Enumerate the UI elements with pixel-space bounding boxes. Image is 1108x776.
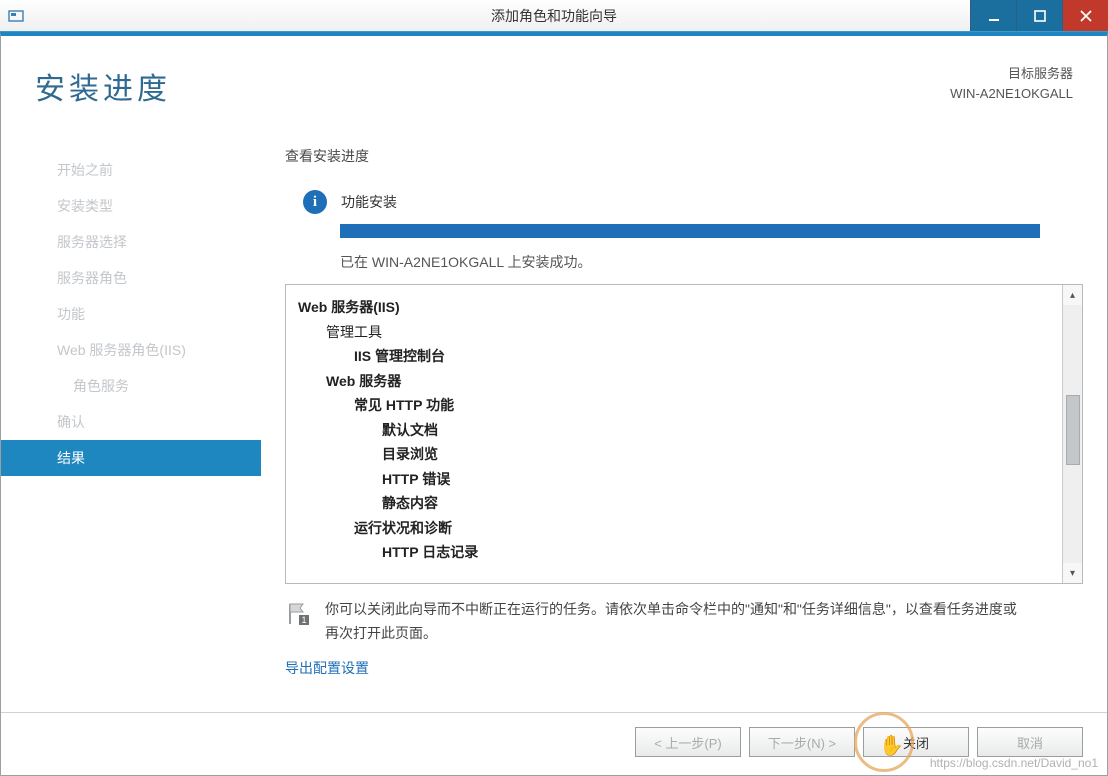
wizard-main: 查看安装进度 i 功能安装 已在 WIN-A2NE1OKGALL 上安装成功。 … xyxy=(261,146,1083,712)
info-icon: i xyxy=(303,190,327,214)
tree-node: Web 服务器(IIS) xyxy=(298,295,1050,320)
status-text: 功能安装 xyxy=(341,192,397,212)
sidebar-item-install-type: 安装类型 xyxy=(1,188,261,224)
tree-node: 常见 HTTP 功能 xyxy=(298,393,1050,418)
sidebar-item-results[interactable]: 结果 xyxy=(1,440,261,476)
sidebar-item-server-selection: 服务器选择 xyxy=(1,224,261,260)
wizard-sidebar: 开始之前 安装类型 服务器选择 服务器角色 功能 Web 服务器角色(IIS) … xyxy=(1,146,261,712)
tree-node: HTTP 错误 xyxy=(298,467,1050,492)
target-server-block: 目标服务器 WIN-A2NE1OKGALL xyxy=(950,64,1073,103)
next-button: 下一步(N) > xyxy=(749,727,855,757)
titlebar: 添加角色和功能向导 xyxy=(0,0,1108,32)
page-title: 安装进度 xyxy=(35,64,171,108)
progress-bar xyxy=(340,224,1040,238)
target-server-name: WIN-A2NE1OKGALL xyxy=(950,84,1073,104)
sidebar-item-confirm: 确认 xyxy=(1,404,261,440)
scroll-down-button[interactable]: ▾ xyxy=(1063,563,1082,583)
maximize-button[interactable] xyxy=(1016,0,1062,31)
window-controls xyxy=(970,0,1108,31)
minimize-button[interactable] xyxy=(970,0,1016,31)
svg-text:1: 1 xyxy=(301,615,306,625)
status-row: i 功能安装 xyxy=(285,190,1083,214)
note-row: 1 你可以关闭此向导而不中断正在运行的任务。请依次单击命令栏中的"通知"和"任务… xyxy=(285,598,1083,646)
result-tree-box: Web 服务器(IIS)管理工具IIS 管理控制台Web 服务器常见 HTTP … xyxy=(285,284,1083,584)
window-title: 添加角色和功能向导 xyxy=(0,6,1108,26)
scroll-thumb[interactable] xyxy=(1066,395,1080,465)
wizard-header: 安装进度 目标服务器 WIN-A2NE1OKGALL xyxy=(1,36,1107,146)
tree-node: 静态内容 xyxy=(298,491,1050,516)
result-tree: Web 服务器(IIS)管理工具IIS 管理控制台Web 服务器常见 HTTP … xyxy=(286,285,1062,583)
progress-fill xyxy=(340,224,1040,238)
cancel-button: 取消 xyxy=(977,727,1083,757)
tree-node: Web 服务器 xyxy=(298,369,1050,394)
target-server-label: 目标服务器 xyxy=(950,64,1073,84)
tree-node: 目录浏览 xyxy=(298,442,1050,467)
previous-button: < 上一步(P) xyxy=(635,727,741,757)
app-icon xyxy=(6,6,26,26)
close-window-button[interactable] xyxy=(1062,0,1108,31)
scrollbar[interactable]: ▴ ▾ xyxy=(1062,285,1082,583)
tree-node: 管理工具 xyxy=(298,320,1050,345)
sidebar-item-features: 功能 xyxy=(1,296,261,332)
sidebar-item-role-services: 角色服务 xyxy=(1,368,261,404)
wizard-content-row: 开始之前 安装类型 服务器选择 服务器角色 功能 Web 服务器角色(IIS) … xyxy=(1,146,1107,712)
export-config-link[interactable]: 导出配置设置 xyxy=(285,658,1083,678)
close-button[interactable]: 关闭 xyxy=(863,727,969,757)
tree-node: HTTP 日志记录 xyxy=(298,540,1050,565)
flag-icon: 1 xyxy=(285,601,311,627)
scroll-up-button[interactable]: ▴ xyxy=(1063,285,1082,305)
tree-node: 运行状况和诊断 xyxy=(298,516,1050,541)
sidebar-item-web-server-iis: Web 服务器角色(IIS) xyxy=(1,332,261,368)
result-message: 已在 WIN-A2NE1OKGALL 上安装成功。 xyxy=(340,252,1083,272)
tree-node: IIS 管理控制台 xyxy=(298,344,1050,369)
note-text: 你可以关闭此向导而不中断正在运行的任务。请依次单击命令栏中的"通知"和"任务详细… xyxy=(325,598,1025,646)
sidebar-item-server-roles: 服务器角色 xyxy=(1,260,261,296)
sidebar-item-before-begin: 开始之前 xyxy=(1,152,261,188)
section-label: 查看安装进度 xyxy=(285,146,1083,166)
wizard-footer: < 上一步(P) 下一步(N) > 关闭 取消 xyxy=(1,712,1107,775)
wizard-body: 安装进度 目标服务器 WIN-A2NE1OKGALL 开始之前 安装类型 服务器… xyxy=(0,32,1108,776)
tree-node: 默认文档 xyxy=(298,418,1050,443)
